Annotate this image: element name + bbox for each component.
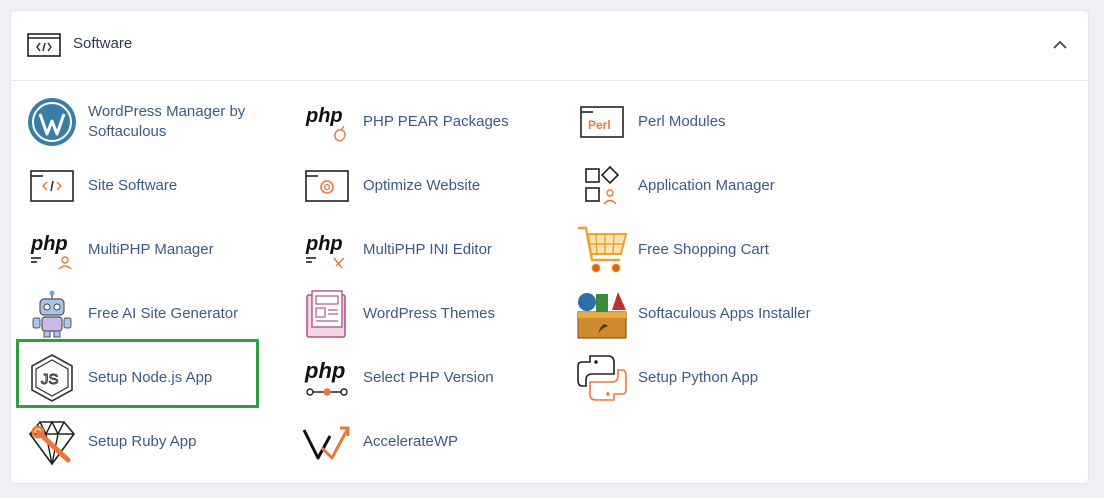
item-label: Optimize Website [363,177,481,194]
item-label: WordPress Themes [363,305,495,322]
application-manager-link[interactable]: Application Manager [576,158,775,214]
multiphp-ini-editor-link[interactable]: php MultiPHP INI Editor [301,222,492,278]
item-label: Setup Node.js App [88,369,213,386]
item-label: AccelerateWP [363,433,459,450]
item-label: PHP PEAR Packages [363,113,509,130]
ruby-icon [28,420,76,466]
item-label: Application Manager [638,177,775,194]
svg-text:php: php [304,358,345,383]
setup-nodejs-app-link[interactable]: JS Setup Node.js App [26,350,212,406]
multiphp-manager-link[interactable]: php MultiPHP Manager [26,222,214,278]
setup-ruby-app-link[interactable]: Setup Ruby App [26,414,196,470]
robot-icon [32,290,72,338]
select-php-version-link[interactable]: php Select PHP Version [301,350,494,406]
perl-icon: Perl [580,106,624,138]
acceleratewp-link[interactable]: AccelerateWP [301,414,458,470]
code-window-icon [30,170,74,202]
item-label: Softaculous Apps Installer [638,305,811,322]
item-label: MultiPHP INI Editor [363,241,492,258]
item-label: Site Software [88,177,178,194]
softaculous-icon [577,292,627,339]
php-pear-icon: php [305,105,346,142]
software-section-header[interactable]: Software [11,11,1088,81]
item-label: Free AI Site Generator [88,305,239,322]
wordpress-icon [28,98,76,146]
php-pear-packages-link[interactable]: php PHP PEAR Packages [301,94,509,150]
shopping-cart-icon [578,226,628,273]
svg-text:php: php [305,105,343,127]
php-version-icon: php [304,358,348,396]
gear-window-icon [305,170,349,202]
wordpress-themes-link[interactable]: WordPress Themes [301,286,495,342]
item-label: Select PHP Version [363,369,494,386]
multiphp-manager-icon: php [30,233,72,270]
item-label: WordPress Manager by Softaculous [88,103,246,140]
app-grid-icon [585,165,620,205]
setup-python-app-link[interactable]: Setup Python App [576,350,758,406]
svg-text:php: php [30,233,68,255]
python-icon [577,355,627,401]
free-shopping-cart-link[interactable]: Free Shopping Cart [576,222,769,278]
svg-text:php: php [305,233,343,255]
code-window-icon [27,33,61,57]
acceleratewp-icon [302,426,350,460]
svg-text:Perl: Perl [588,118,611,132]
nodejs-icon: JS [31,354,73,402]
softaculous-apps-installer-link[interactable]: Softaculous Apps Installer [576,286,811,342]
item-label: MultiPHP Manager [88,241,214,258]
chevron-up-icon[interactable] [1050,37,1070,53]
section-title: Software [73,35,133,52]
item-label: Perl Modules [638,113,726,130]
item-label: Setup Ruby App [88,433,197,450]
wordpress-manager-link[interactable]: WordPress Manager by Softaculous [26,94,268,150]
themes-icon [306,290,346,338]
perl-modules-link[interactable]: Perl Perl Modules [576,94,726,150]
multiphp-ini-icon: php [305,233,345,269]
site-software-link[interactable]: Site Software [26,158,177,214]
svg-text:JS: JS [41,371,59,388]
ai-site-generator-link[interactable]: Free AI Site Generator [26,286,238,342]
item-label: Free Shopping Cart [638,241,769,258]
optimize-website-link[interactable]: Optimize Website [301,158,480,214]
item-label: Setup Python App [638,369,759,386]
